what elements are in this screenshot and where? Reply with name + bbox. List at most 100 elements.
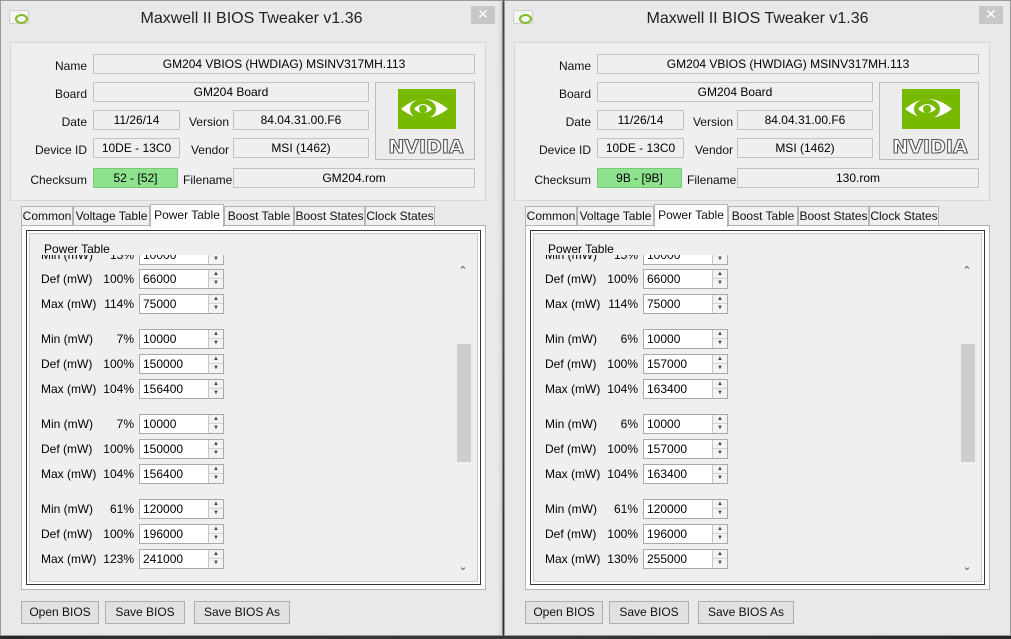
tab-boost-table[interactable]: Boost Table <box>224 206 294 226</box>
power-value-input[interactable]: 163400 <box>647 382 687 396</box>
scrollbar-thumb[interactable] <box>457 344 471 462</box>
power-value-input[interactable]: 150000 <box>143 357 183 371</box>
power-value-stepper[interactable]: 150000 ▲ ▼ <box>139 439 224 459</box>
power-value-input[interactable]: 75000 <box>647 297 680 311</box>
power-value-stepper[interactable]: 10000 ▲▼ <box>643 329 728 349</box>
stepper-up-icon[interactable]: ▲ <box>209 440 223 449</box>
tab-common[interactable]: Common <box>525 206 577 226</box>
device-id-field[interactable]: 10DE - 13C0 <box>597 138 684 158</box>
vertical-scrollbar[interactable]: ⌃ ⌄ <box>454 262 472 576</box>
stepper-up-icon[interactable]: ▲ <box>713 380 727 389</box>
stepper-down-icon[interactable]: ▼ <box>209 279 223 288</box>
scroll-up-icon[interactable]: ⌃ <box>454 262 472 280</box>
checksum-field[interactable]: 52 - [52] <box>93 168 178 188</box>
power-value-stepper[interactable]: 10000 ▲▼ <box>643 414 728 434</box>
scrollbar-thumb[interactable] <box>961 344 975 462</box>
stepper-up-icon[interactable]: ▲ <box>713 270 727 279</box>
power-value-input[interactable]: 10000 <box>143 417 176 431</box>
power-value-stepper[interactable]: 157000 ▲ ▼ <box>643 354 728 374</box>
open-bios-button[interactable]: Open BIOS <box>21 601 99 624</box>
power-value-stepper[interactable]: 120000 ▲ ▼ <box>139 499 224 519</box>
scroll-down-icon[interactable]: ⌄ <box>454 558 472 576</box>
stepper-down-icon[interactable]: ▼ <box>209 304 223 313</box>
save-bios-as-button[interactable]: Save BIOS As <box>698 601 794 624</box>
title-bar[interactable]: Maxwell II BIOS Tweaker v1.36 ✕ <box>505 1 1010 37</box>
power-value-stepper[interactable]: 150000 ▲ ▼ <box>139 354 224 374</box>
save-bios-as-button[interactable]: Save BIOS As <box>194 601 290 624</box>
tab-boost-states[interactable]: Boost States <box>798 206 869 226</box>
power-value-stepper[interactable]: 156400 ▲ ▼ <box>139 464 224 484</box>
stepper-up-icon[interactable]: ▲ <box>209 525 223 534</box>
tab-common[interactable]: Common <box>21 206 73 226</box>
power-value-stepper[interactable]: 66000 ▲ ▼ <box>139 269 224 289</box>
stepper-up-icon[interactable]: ▲ <box>209 550 223 559</box>
stepper-up-icon[interactable]: ▲ <box>209 380 223 389</box>
stepper-down-icon[interactable]: ▼ <box>713 474 727 483</box>
power-value-stepper[interactable]: 196000 ▲ ▼ <box>643 524 728 544</box>
power-value-stepper[interactable]: 75000 ▲ ▼ <box>139 294 224 314</box>
stepper-down-icon[interactable]: ▼ <box>209 255 223 264</box>
power-value-input[interactable]: 255000 <box>647 552 687 566</box>
stepper-down-icon[interactable]: ▼ <box>209 339 223 348</box>
stepper-up-icon[interactable]: ▲ <box>713 500 727 509</box>
power-value-input[interactable]: 120000 <box>647 502 687 516</box>
stepper-up-icon[interactable]: ▲ <box>209 415 223 424</box>
stepper-up-icon[interactable]: ▲ <box>713 550 727 559</box>
name-field[interactable]: GM204 VBIOS (HWDIAG) MSINV317MH.113 <box>93 54 475 74</box>
tab-boost-table[interactable]: Boost Table <box>728 206 798 226</box>
power-value-input[interactable]: 66000 <box>143 272 176 286</box>
power-value-input[interactable]: 196000 <box>647 527 687 541</box>
power-value-input[interactable]: 163400 <box>647 467 687 481</box>
power-value-input[interactable]: 10000 <box>647 417 680 431</box>
stepper-down-icon[interactable]: ▼ <box>713 509 727 518</box>
stepper-down-icon[interactable]: ▼ <box>713 534 727 543</box>
stepper-up-icon[interactable]: ▲ <box>209 295 223 304</box>
scroll-down-icon[interactable]: ⌄ <box>958 558 976 576</box>
tab-voltage-table[interactable]: Voltage Table <box>577 206 654 226</box>
stepper-down-icon[interactable]: ▼ <box>209 364 223 373</box>
stepper-up-icon[interactable]: ▲ <box>209 330 223 339</box>
stepper-up-icon[interactable]: ▲ <box>713 415 727 424</box>
date-field[interactable]: 11/26/14 <box>597 110 684 130</box>
stepper-up-icon[interactable]: ▲ <box>713 465 727 474</box>
tab-power-table[interactable]: Power Table <box>150 204 224 227</box>
stepper-down-icon[interactable]: ▼ <box>209 389 223 398</box>
power-value-stepper[interactable]: 120000 ▲ ▼ <box>643 499 728 519</box>
filename-field[interactable]: GM204.rom <box>233 168 475 188</box>
stepper-down-icon[interactable]: ▼ <box>713 255 727 264</box>
save-bios-button[interactable]: Save BIOS <box>609 601 689 624</box>
power-value-stepper[interactable]: 163400 ▲ ▼ <box>643 464 728 484</box>
tab-voltage-table[interactable]: Voltage Table <box>73 206 150 226</box>
board-field[interactable]: GM204 Board <box>597 82 873 102</box>
power-value-input[interactable]: 156400 <box>143 467 183 481</box>
stepper-down-icon[interactable]: ▼ <box>209 474 223 483</box>
stepper-up-icon[interactable]: ▲ <box>713 355 727 364</box>
filename-field[interactable]: 130.rom <box>737 168 979 188</box>
stepper-up-icon[interactable]: ▲ <box>713 525 727 534</box>
power-value-input[interactable]: 10000 <box>143 255 176 262</box>
power-value-input[interactable]: 10000 <box>647 332 680 346</box>
stepper-up-icon[interactable]: ▲ <box>713 295 727 304</box>
checksum-field[interactable]: 9B - [9B] <box>597 168 682 188</box>
version-field[interactable]: 84.04.31.00.F6 <box>233 110 369 130</box>
power-value-stepper[interactable]: 10000 ▲▼ <box>139 255 224 265</box>
version-field[interactable]: 84.04.31.00.F6 <box>737 110 873 130</box>
power-value-input[interactable]: 10000 <box>647 255 680 262</box>
tab-clock-states[interactable]: Clock States <box>869 206 939 226</box>
power-value-input[interactable]: 75000 <box>143 297 176 311</box>
power-value-input[interactable]: 196000 <box>143 527 183 541</box>
vendor-field[interactable]: MSI (1462) <box>737 138 873 158</box>
power-value-stepper[interactable]: 10000 ▲▼ <box>643 255 728 265</box>
scroll-up-icon[interactable]: ⌃ <box>958 262 976 280</box>
power-value-stepper[interactable]: 156400 ▲ ▼ <box>139 379 224 399</box>
stepper-down-icon[interactable]: ▼ <box>713 279 727 288</box>
stepper-down-icon[interactable]: ▼ <box>713 304 727 313</box>
open-bios-button[interactable]: Open BIOS <box>525 601 603 624</box>
stepper-down-icon[interactable]: ▼ <box>713 449 727 458</box>
stepper-down-icon[interactable]: ▼ <box>713 424 727 433</box>
power-value-input[interactable]: 120000 <box>143 502 183 516</box>
close-button[interactable]: ✕ <box>979 6 1003 24</box>
stepper-down-icon[interactable]: ▼ <box>209 534 223 543</box>
stepper-down-icon[interactable]: ▼ <box>209 449 223 458</box>
stepper-down-icon[interactable]: ▼ <box>713 559 727 568</box>
